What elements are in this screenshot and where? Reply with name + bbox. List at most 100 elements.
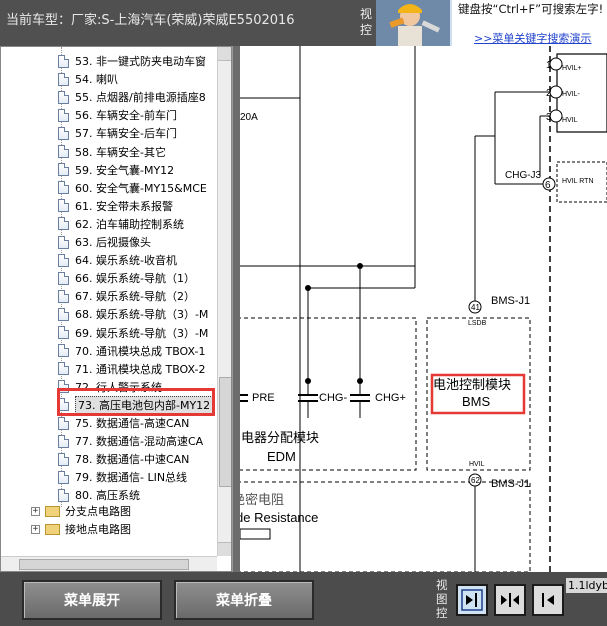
tree-vertical-scrollbar[interactable] [217,47,231,556]
document-icon [58,199,69,213]
selected-item-highlight [57,388,215,416]
tree-item[interactable]: 61. 安全带未系报警 [58,197,173,215]
tree-item[interactable]: 54. 喇叭 [58,70,118,88]
tree-item[interactable]: 66. 娱乐系统-导航（1） [58,269,195,287]
expand-icon[interactable]: + [31,524,40,534]
tree-item-label: 56. 车辆安全-前车门 [75,109,177,123]
tree-item[interactable]: 64. 娱乐系统-收音机 [58,251,177,269]
tree-item[interactable]: 60. 安全气囊-MY15&MCE [58,179,207,197]
chg-plus-label: CHG+ [375,392,406,404]
tree-item[interactable]: 71. 通讯模块总成 TBOX-2 [58,360,205,378]
tree-item-label: 63. 后视摄像头 [75,236,151,249]
tree-horizontal-scrollbar[interactable] [1,556,217,571]
collapse-menu-button[interactable]: 菜单折叠 [174,580,314,620]
scroll-up-arrow-icon[interactable] [218,47,231,61]
pin-circle [549,109,563,123]
document-icon [58,344,69,358]
tree-item-label: 79. 数据通信- LIN总线 [75,471,188,485]
tree-item[interactable]: 57. 车辆安全-后车门 [58,124,177,142]
document-icon [58,54,69,68]
document-icon [58,90,69,104]
search-tip-text: 键盘按“Ctrl+F”可搜索左字! [458,2,604,16]
document-icon [58,416,69,430]
tree-folder-branch-points[interactable]: + 分支点电路图 [31,502,131,520]
bottom-toolbar: 菜单展开 菜单折叠 视图控 1.1ldyb [0,572,607,626]
junction-dot [305,378,311,384]
arrow-left-bar-icon [542,593,554,607]
document-icon [58,488,69,502]
pin-label: HVIL RTN [562,178,594,185]
split-center-button[interactable] [494,584,526,616]
horizontal-scroll-thumb[interactable] [19,559,189,570]
tree-folder-ground-points[interactable]: + 接地点电路图 [31,520,131,538]
signal-label: HVIL [469,461,485,468]
pre-label: PRE [252,392,275,404]
document-icon [58,217,69,231]
resistance-label: de Resistance [240,510,318,525]
tree-item[interactable]: 77. 数据通信-混动高速CA [58,432,203,450]
pin-label: HVIL+ [562,65,582,72]
tree-item[interactable]: 75. 数据通信-高速CAN [58,414,189,432]
tree-item-label: 58. 车辆安全-其它 [75,145,166,159]
search-demo-link[interactable]: >>菜单关键字搜索演示 [474,30,591,46]
folder-label: 接地点电路图 [65,523,131,536]
document-icon [58,108,69,122]
pin-circle [549,57,563,71]
scroll-down-arrow-icon[interactable] [218,542,231,556]
mascot-image [376,0,450,46]
tree-item-label: 62. 泊车辅助控制系统 [75,217,184,231]
document-icon [58,126,69,140]
wiring-diagram-canvas[interactable]: 1 2 3 6 HVIL+ HVIL- HVIL HVIL RTN CHG-J3… [240,46,607,572]
tree-item-label: 80. 高压系统 [75,489,140,503]
tree-item[interactable]: 56. 车辆安全-前车门 [58,106,177,124]
tree-item[interactable]: 58. 车辆安全-其它 [58,143,166,161]
expand-menu-button[interactable]: 菜单展开 [22,580,162,620]
tree-item[interactable]: 59. 安全气囊-MY12 [58,161,174,179]
folder-icon [45,523,60,535]
document-icon [58,181,69,195]
tree-item[interactable]: 70. 通讯模块总成 TBOX-1 [58,342,205,360]
tree-item[interactable]: 53. 非一键式防夹电动车窗 [58,52,206,70]
tree-item[interactable]: 62. 泊车辅助控制系统 [58,215,184,233]
tree-item-label: 78. 数据通信-中速CAN [75,453,190,467]
tree-item[interactable]: 69. 娱乐系统-导航（3）-M [58,324,208,342]
tree-item[interactable]: 67. 娱乐系统-导航（2） [58,287,195,305]
tree-item-label: 53. 非一键式防夹电动车窗 [75,55,206,68]
top-bar: 当前车型：厂家:S-上海汽车(荣威)荣威E5502016 视控 键盘按“Ctrl… [0,0,607,46]
tree-item[interactable]: 63. 后视摄像头 [58,233,151,251]
expand-icon[interactable]: + [31,506,40,516]
bms-chinese-label: 电池控制模块 [433,377,511,392]
connector-label: BMS-J1 [491,295,530,307]
tree-item[interactable]: 78. 数据通信-中速CAN [58,450,189,468]
vehicle-info: 当前车型：厂家:S-上海汽车(荣威)荣威E5502016 [6,13,295,28]
panel-splitter[interactable] [232,46,240,572]
pin-label: HVIL [562,117,578,124]
tree-item-label: 66. 娱乐系统-导航（1） [75,272,195,286]
tree-item[interactable]: 55. 点烟器/前排电源插座8 [58,88,206,106]
view-control-label: 视控 [360,7,373,37]
tree-item-label: 77. 数据通信-混动高速CA [75,435,204,449]
tree-item-label: 55. 点烟器/前排电源插座8 [75,91,206,105]
tree-item[interactable]: 79. 数据通信- LIN总线 [58,468,187,486]
pin-number: 62 [471,476,480,485]
tree-item[interactable]: 68. 娱乐系统-导航（3）-M [58,305,208,323]
junction-dot [305,285,311,291]
document-icon [58,470,69,484]
bms-label: BMS [462,394,491,409]
resistor-icon [240,528,271,540]
junction-dot [357,378,363,384]
tree-item-label: 75. 数据通信-高速CAN [75,417,190,430]
tree-item-label: 59. 安全气囊-MY12 [75,163,175,177]
resistance-chinese-label: 绝密电阻 [240,492,284,507]
split-left-button[interactable] [532,584,564,616]
document-icon [58,145,69,158]
document-icon [58,253,69,267]
search-tip-box: 键盘按“Ctrl+F”可搜索左字! >>菜单关键字搜索演示 [450,0,607,46]
vertical-scroll-thumb[interactable] [219,377,231,487]
folder-label: 分支点电路图 [65,505,131,518]
folder-icon [45,505,60,517]
edm-chinese-label: 电器分配模块 [241,430,319,445]
split-right-button[interactable] [456,584,488,616]
connector-label: CHG-J3 [505,170,542,181]
tree-item-label: 54. 喇叭 [75,73,118,87]
